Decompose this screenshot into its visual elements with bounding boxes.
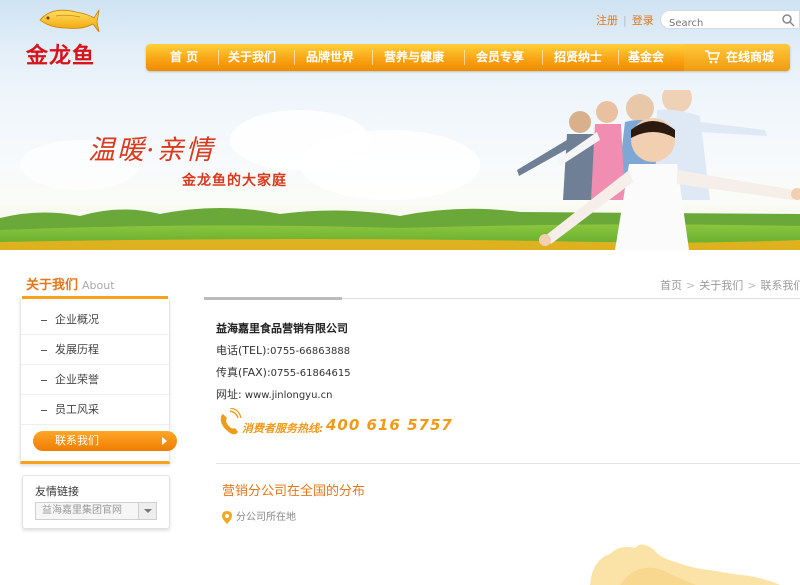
hotline-number: 400 616 5757 [326,416,453,434]
banner-subslogan: 金龙鱼的大家庭 [182,173,287,189]
tel-value: 0755-66863888 [270,346,351,357]
sidebar-item-label: 员工风采 [55,403,99,416]
sidebar-menu: 企业概况 发展历程 企业荣誉 员工风采 联系我们 [20,299,177,464]
site-header: 金龙鱼 注册|登录 首 页 关于我们 品牌世界 营养与健康 会员专享 招贤纳士 … [0,0,800,90]
brand-name: 金龙鱼 [26,44,96,69]
search-box [660,10,800,32]
china-map [590,544,780,585]
branch-legend: 分公司所在地 [222,508,296,524]
banner-slogan: 温暖·亲情 [88,135,215,166]
breadcrumb: 首页 > 关于我们 > 联系我们 [660,277,800,293]
breadcrumb-home[interactable]: 首页 [660,279,682,292]
sidebar-item-history[interactable]: 发展历程 [21,335,169,365]
hotline-banner: 消费者服务热线: 400 616 5757 [216,406,476,440]
chevron-down-icon[interactable] [138,503,156,519]
search-input[interactable] [661,15,773,32]
friend-links-select[interactable]: 益海嘉里集团官网 [35,502,157,520]
nav-foundation[interactable]: 基金会 [628,44,664,71]
search-icon[interactable] [781,13,795,27]
sidebar-item-label: 发展历程 [55,343,99,356]
breadcrumb-about[interactable]: 关于我们 [699,279,743,292]
url-row: 网址: www.jinlongyu.cn [216,386,332,402]
friend-links-label: 友情链接 [35,485,79,498]
online-store-label: 在线商城 [726,50,775,64]
sidebar-item-label: 联系我们 [55,434,99,447]
fax-row: 传真(FAX):0755-61864615 [216,364,351,380]
login-link[interactable]: 登录 [632,14,654,27]
golden-fish-icon [39,9,100,33]
nav-home[interactable]: 首 页 [170,44,198,71]
register-link[interactable]: 注册 [596,14,618,27]
sidebar-title-en: About [82,279,115,292]
hotline-label: 消费者服务热线: [242,422,324,435]
nav-brand[interactable]: 品牌世界 [306,44,354,71]
sidebar-item-staff[interactable]: 员工风采 [21,395,169,425]
logo[interactable]: 金龙鱼 [22,4,122,69]
url-label: 网址: [216,388,242,401]
nav-members[interactable]: 会员专享 [476,44,524,71]
nav-careers[interactable]: 招贤纳士 [554,44,602,71]
sidebar-item-contact[interactable]: 联系我们 [33,431,177,451]
arrow-right-icon [162,437,167,445]
sidebar-item-overview[interactable]: 企业概况 [21,305,169,335]
nav-nutrition[interactable]: 营养与健康 [384,44,444,71]
sidebar-item-label: 企业概况 [55,313,99,326]
fax-label: 传真(FAX): [216,366,271,379]
top-links: 注册 | 登录 [596,14,654,27]
company-name: 益海嘉里食品营销有限公司 [216,322,348,335]
sidebar-item-honors[interactable]: 企业荣誉 [21,365,169,395]
hero-banner: 温暖·亲情 金龙鱼的大家庭 [0,90,800,250]
family-photo [517,90,800,250]
sidebar-title: 关于我们 About [26,274,115,293]
content-divider-highlight [204,297,342,300]
tel-label: 电话(TEL): [216,344,271,357]
branch-section-title: 营销分公司在全国的分布 [222,484,366,499]
tel-row: 电话(TEL):0755-66863888 [216,342,350,358]
main-nav: 首 页 关于我们 品牌世界 营养与健康 会员专享 招贤纳士 基金会 在线商城 [146,44,790,71]
online-store-tab[interactable]: 在线商城 [684,44,790,71]
branch-legend-label: 分公司所在地 [236,512,296,523]
nav-about[interactable]: 关于我们 [228,44,276,71]
breadcrumb-current: 联系我们 [760,279,800,292]
url-value[interactable]: www.jinlongyu.cn [245,390,333,401]
friend-links-selected: 益海嘉里集团官网 [42,505,122,516]
fax-value: 0755-61864615 [270,368,351,379]
cart-icon [705,50,720,64]
location-pin-icon [222,510,232,524]
sidebar-title-cn: 关于我们 [26,278,79,293]
sidebar-item-label: 企业荣誉 [55,373,99,386]
friend-links-box: 友情链接 益海嘉里集团官网 [22,475,170,529]
phone-icon [220,408,242,435]
section-divider [216,463,800,464]
